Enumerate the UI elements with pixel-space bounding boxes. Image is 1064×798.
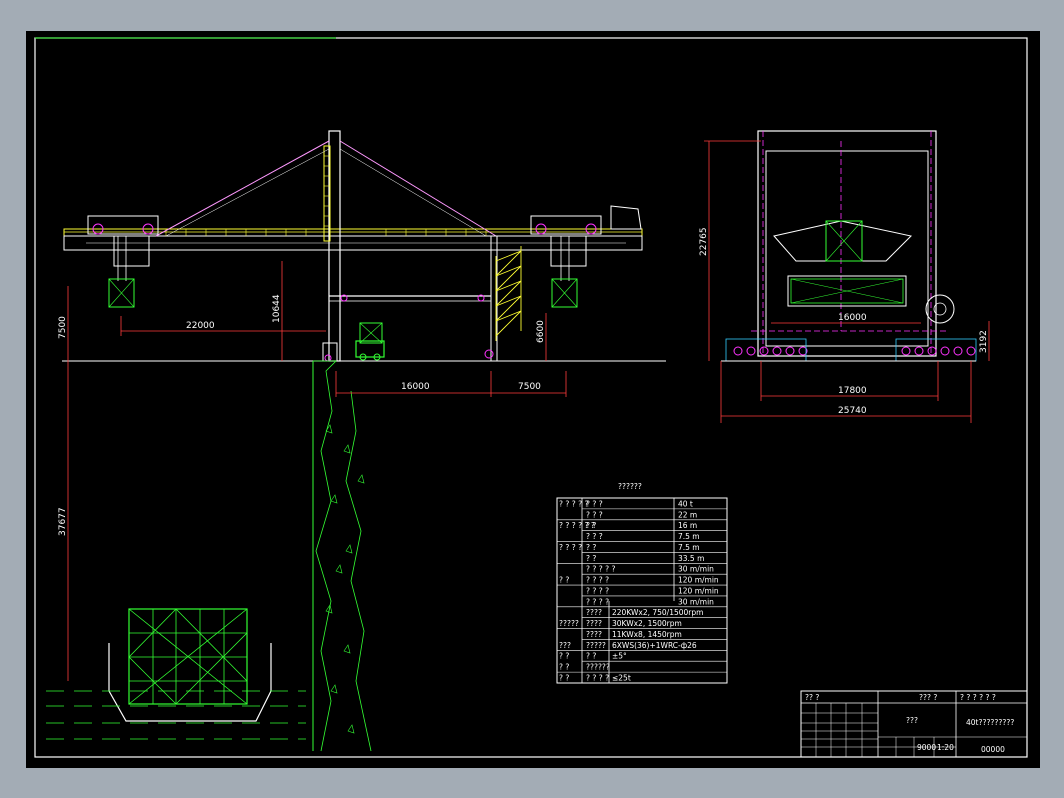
dim-backreach: 7500 — [518, 382, 541, 392]
dim-outer-span: 17800 — [838, 386, 867, 396]
dim-rail-gauge: 16000 — [401, 382, 430, 392]
dim-tide-b: 37677 — [58, 507, 68, 536]
drawing-title: 40t????????? — [966, 718, 1014, 727]
spec-cell: 7.5 m — [678, 532, 700, 541]
spec-cell: 120 m/min — [678, 586, 719, 595]
spec-cell: ? ? — [559, 674, 569, 683]
spec-cell: ? ? — [586, 543, 596, 552]
dim-height-a: 10644 — [272, 294, 282, 323]
end-view: 22765 16000 17800 25740 3192 — [699, 130, 990, 423]
dim-tide-a: 7500 — [58, 316, 68, 339]
trolley-right — [530, 215, 602, 308]
spec-cell: ? ? ? ? — [586, 576, 609, 585]
spec-cell: ? ? ? — [586, 499, 603, 508]
side-view: 22000 10644 6600 16000 7500 7500 37677 — [46, 130, 666, 752]
spec-cell: ±5° — [612, 652, 627, 661]
spec-cell: ? ? — [559, 576, 569, 585]
title-top-left: ?? ? — [805, 693, 819, 702]
dim-outreach: 22000 — [186, 321, 215, 331]
spec-cell: ? ? ? ? — [586, 586, 609, 595]
spec-cell: ? ? ? ? ? — [586, 565, 615, 574]
spec-cell: ?????? — [586, 663, 610, 672]
stair-tower — [495, 246, 522, 341]
spec-cell: 40 t — [678, 499, 693, 508]
title-name: ??? — [906, 716, 918, 725]
ship-hold — [108, 608, 272, 722]
spec-cell: ≤25t — [612, 674, 631, 683]
spec-cell: ????? — [559, 619, 579, 628]
drawing-canvas[interactable]: 22000 10644 6600 16000 7500 7500 37677 2… — [26, 31, 1040, 768]
spec-cell: ? ? — [586, 652, 596, 661]
spec-cell: ??? — [559, 641, 571, 650]
spec-cell: ? ? ? — [586, 510, 603, 519]
spec-cell: ? ? ? — [586, 532, 603, 541]
trolley-left — [87, 215, 159, 308]
spec-cell: 22 m — [678, 510, 697, 519]
cad-drawing: 22000 10644 6600 16000 7500 7500 37677 2… — [34, 37, 1028, 758]
spec-cell: 30 m/min — [678, 597, 714, 606]
title-code: 00000 — [981, 745, 1005, 754]
title-block: ?? ? ??? ? ? ? ? ? ? ? ??? 40t????????? … — [800, 690, 1028, 758]
spec-cell: 30 m/min — [678, 565, 714, 574]
spec-cell: 6XWS(36)+1WRC-ф26 — [612, 641, 697, 650]
spec-cell: ? ? ? ? — [586, 674, 609, 683]
title-top-right: ? ? ? ? ? ? — [960, 693, 996, 702]
spec-cell: 220KWx2, 750/1500rpm — [612, 608, 703, 617]
spec-cell: 33.5 m — [678, 554, 704, 563]
spec-table-title: ?????? — [618, 482, 642, 491]
spec-cell: ???? — [586, 619, 602, 628]
drawing-border — [34, 37, 1028, 758]
spec-cell: ????? — [586, 641, 606, 650]
spec-cell: ? ? ? ? — [559, 543, 582, 552]
spec-cell: 7.5 m — [678, 543, 700, 552]
spec-cell: ? ? ? ? ? — [559, 499, 588, 508]
spec-cell: ? ? — [586, 554, 596, 563]
dim-base: 3192 — [979, 330, 989, 353]
spec-cell: 11KWx8, 1450rpm — [612, 630, 682, 639]
spec-cell: ???? — [586, 608, 602, 617]
spec-cell: 30KWx2, 1500rpm — [612, 619, 682, 628]
spec-cell: ? ? — [559, 663, 569, 672]
spec-cell: 120 m/min — [678, 576, 719, 585]
spec-cell: ? ? — [559, 652, 569, 661]
title-scale: 9000 — [917, 743, 936, 752]
dim-inner-span: 16000 — [838, 313, 867, 323]
dim-overall: 25740 — [838, 406, 867, 416]
spec-table: ?????? ? ? ? ? ?? ? ? 40 t? ? ? 22 m? ? ? … — [556, 482, 728, 684]
spec-cell: 16 m — [678, 521, 697, 530]
dim-clearance: 6600 — [536, 320, 546, 343]
spec-cell: ???? — [586, 630, 602, 639]
spec-cell: ? ? — [586, 521, 596, 530]
dim-end-height: 22765 — [699, 227, 709, 256]
title-ratio: 1:20 — [937, 743, 954, 752]
spec-cell: ? ? ? ? — [586, 597, 609, 606]
title-top-mid: ??? ? — [919, 693, 937, 702]
